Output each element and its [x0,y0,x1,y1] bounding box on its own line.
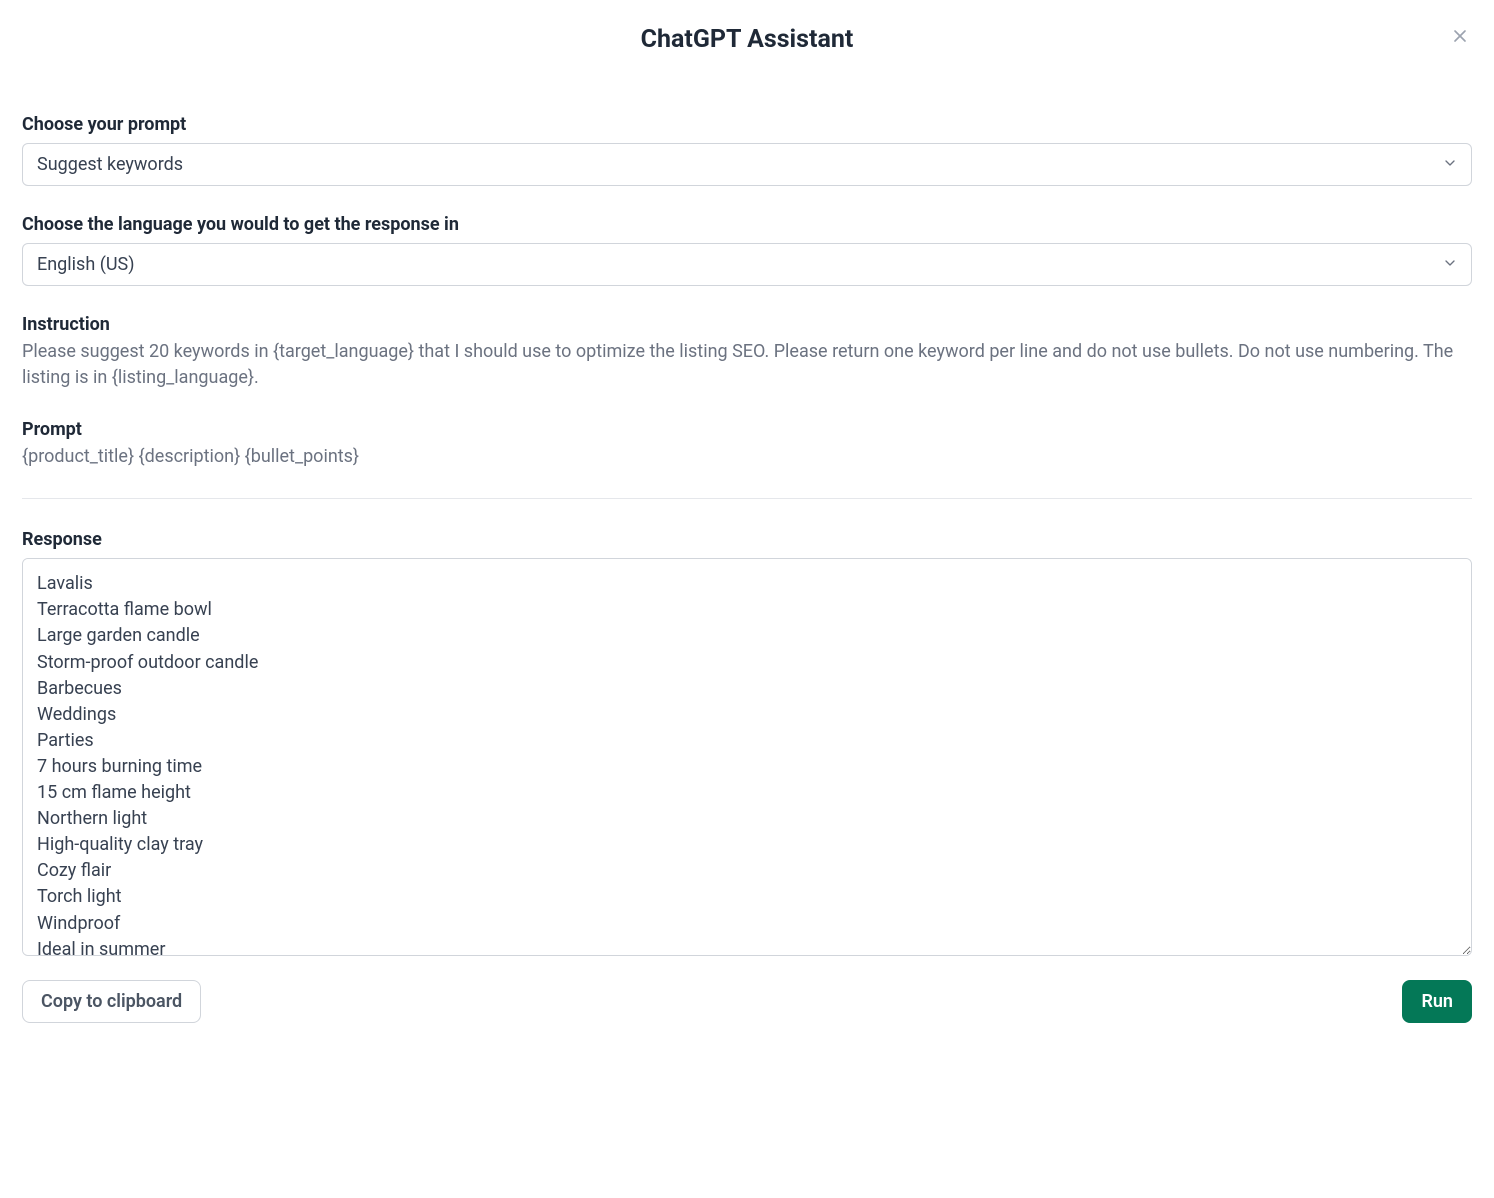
modal-title: ChatGPT Assistant [22,25,1472,54]
prompt-select-group: Choose your prompt Suggest keywords [22,114,1472,186]
instruction-label: Instruction [22,314,1472,335]
language-select-label: Choose the language you would to get the… [22,214,1472,235]
prompt-text: {product_title} {description} {bullet_po… [22,444,1472,470]
copy-button[interactable]: Copy to clipboard [22,980,201,1023]
language-select-group: Choose the language you would to get the… [22,214,1472,286]
divider [22,498,1472,499]
prompt-select-label: Choose your prompt [22,114,1472,135]
close-button[interactable] [1448,25,1472,49]
prompt-section: Prompt {product_title} {description} {bu… [22,419,1472,470]
response-label: Response [22,529,1472,550]
instruction-section: Instruction Please suggest 20 keywords i… [22,314,1472,391]
modal-header: ChatGPT Assistant [22,25,1472,54]
prompt-label: Prompt [22,419,1472,440]
response-section: Response [22,529,1472,960]
prompt-select[interactable]: Suggest keywords [22,143,1472,186]
language-select[interactable]: English (US) [22,243,1472,286]
language-select-wrapper: English (US) [22,243,1472,286]
actions-row: Copy to clipboard Run [22,980,1472,1023]
prompt-select-wrapper: Suggest keywords [22,143,1472,186]
instruction-text: Please suggest 20 keywords in {target_la… [22,339,1472,391]
run-button[interactable]: Run [1402,980,1472,1023]
close-icon [1450,34,1470,49]
response-textarea[interactable] [22,558,1472,956]
